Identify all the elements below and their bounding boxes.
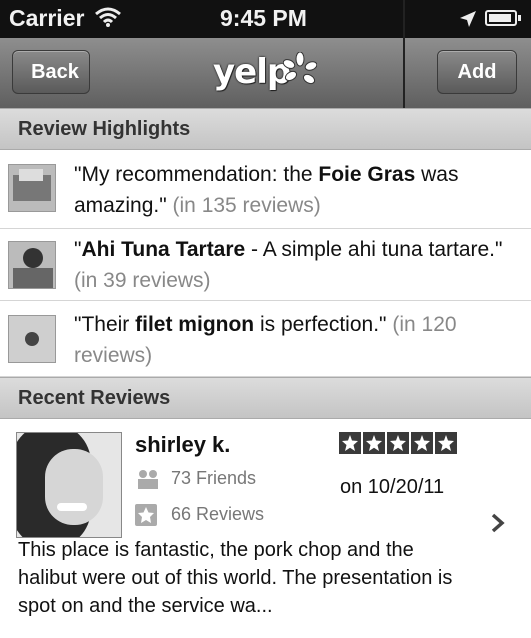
review-highlights-title: Review Highlights	[18, 118, 191, 140]
add-button[interactable]: Add	[437, 50, 517, 94]
review-star-icon	[135, 504, 161, 527]
recent-reviews-header: Recent Reviews	[0, 377, 531, 419]
friends-count: 73 Friends	[135, 468, 256, 490]
star-icon	[387, 432, 409, 454]
reviews-count: 66 Reviews	[135, 504, 265, 527]
avatar	[16, 432, 122, 538]
recent-reviews-title: Recent Reviews	[18, 387, 171, 409]
location-arrow-icon	[460, 11, 476, 27]
star-icon	[363, 432, 385, 454]
add-button-label: Add	[457, 61, 497, 83]
highlight-thumbnail	[8, 164, 56, 212]
yelp-burst-icon	[283, 52, 317, 85]
highlight-thumbnail	[8, 315, 56, 363]
friends-label: 73 Friends	[171, 468, 257, 488]
logo-text: yelp	[213, 52, 291, 92]
clock: 9:45 PM	[220, 5, 307, 31]
highlight-thumbnail	[8, 241, 56, 289]
highlight-text: "Ahi Tuna Tartare - A simple ahi tuna ta…	[74, 238, 503, 292]
reviews-label: 66 Reviews	[171, 504, 265, 524]
carrier-label: Carrier	[9, 5, 85, 31]
review-date: on 10/20/11	[340, 476, 445, 498]
wifi-icon	[95, 7, 121, 27]
yelp-logo: yelp	[213, 52, 333, 96]
back-button-label: Back	[31, 61, 79, 83]
highlight-count: (in 39 reviews)	[74, 269, 211, 292]
highlight-count: (in 135 reviews)	[172, 194, 321, 217]
review-item[interactable]: shirley k. 73 Friends 66 Reviews on 10/2…	[0, 420, 531, 638]
reviewer-name[interactable]: shirley k.	[135, 432, 230, 458]
highlight-text: "Their filet mignon is perfection." (in …	[74, 313, 457, 367]
star-icon	[339, 432, 361, 454]
highlight-item[interactable]: "Ahi Tuna Tartare - A simple ahi tuna ta…	[0, 229, 531, 301]
navigation-bar: Back yelp Add	[0, 38, 531, 109]
status-bar: Carrier 9:45 PM	[0, 0, 531, 38]
friends-icon	[135, 468, 161, 490]
highlight-item[interactable]: "Their filet mignon is perfection." (in …	[0, 301, 531, 377]
review-highlights-header: Review Highlights	[0, 108, 531, 150]
highlight-text: "My recommendation: the Foie Gras was am…	[74, 163, 459, 217]
star-icon	[411, 432, 433, 454]
back-button[interactable]: Back	[0, 50, 90, 95]
chevron-right-icon[interactable]	[490, 512, 506, 534]
review-text: This place is fantastic, the pork chop a…	[18, 539, 453, 617]
star-icon	[435, 432, 457, 454]
highlight-item[interactable]: "My recommendation: the Foie Gras was am…	[0, 150, 531, 229]
battery-icon	[485, 10, 521, 26]
star-rating	[339, 432, 459, 454]
